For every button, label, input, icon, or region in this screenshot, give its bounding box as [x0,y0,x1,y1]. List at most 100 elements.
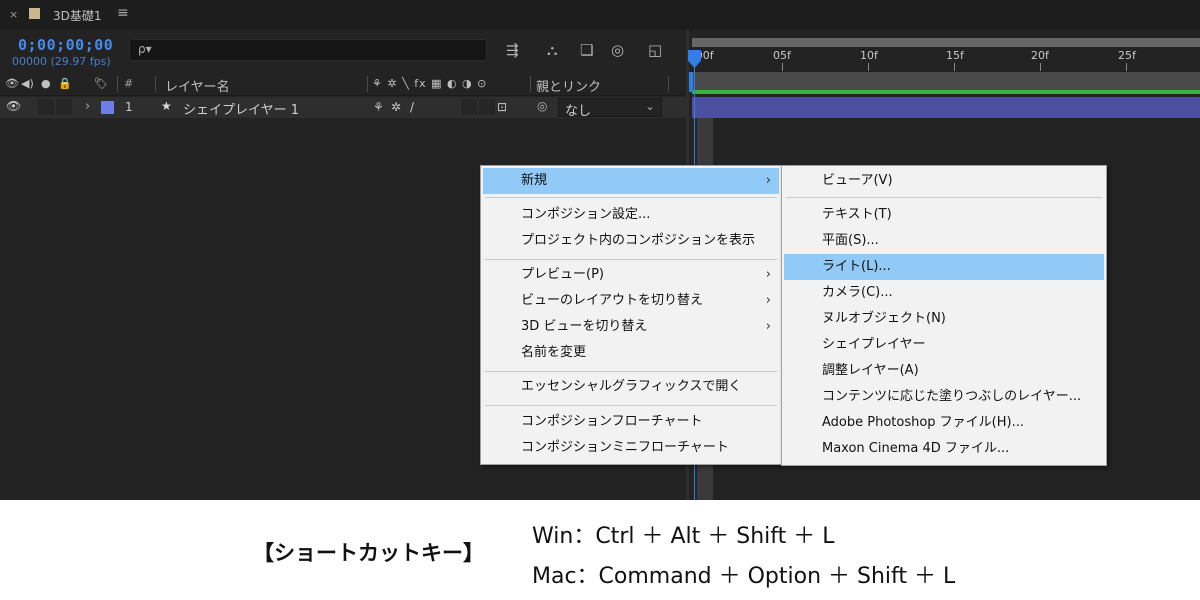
adjustment-cell[interactable] [479,99,495,115]
audio-header-icon[interactable]: ◀) [21,77,34,90]
shortcut-mac: Mac：Command ＋ Option ＋ Shift ＋ L [532,564,956,589]
menu-item-essential-graphics[interactable]: エッセンシャルグラフィックスで開く [483,374,779,400]
ruler-tick [782,63,783,71]
pick-whip-icon[interactable]: ◎ [537,99,547,113]
3d-layer-icon[interactable]: ⊡ [497,100,507,114]
menu-item-label: コンテンツに応じた塗りつぶしのレイヤー... [822,389,1082,404]
ruler-tick [1126,63,1127,71]
menu-separator [485,405,777,406]
comp-flowchart-icon[interactable]: ⇶ [506,41,519,59]
submenu-item-viewer[interactable]: ビューア(V) [784,168,1104,194]
submenu-item-light[interactable]: ライト(L)... [784,254,1104,280]
playhead-marker [689,72,693,92]
layer-label-color[interactable] [101,101,114,114]
lock-cell[interactable] [56,99,72,115]
panel-menu-icon[interactable]: ≡ [117,5,129,21]
ruler-tick [1040,63,1041,71]
menu-item-comp-settings[interactable]: コンポジション設定... [483,202,779,228]
lock-header-icon[interactable]: 🔒 [58,77,72,90]
menu-item-new[interactable]: 新規 › [483,168,779,194]
ruler-tick-label: 10f [860,49,878,62]
menu-item-label: ヌルオブジェクト(N) [822,311,946,326]
parent-dropdown[interactable]: なし ⌄ [558,98,662,119]
layer-number: 1 [125,100,133,114]
submenu-item-camera[interactable]: カメラ(C)... [784,280,1104,306]
frame-blending-icon[interactable]: ❏ [580,41,593,59]
ruler-tick [954,63,955,71]
submenu-item-adjustment-layer[interactable]: 調整レイヤー(A) [784,358,1104,384]
solo-header-icon[interactable]: ● [41,77,51,90]
menu-item-label: Adobe Photoshop ファイル(H)... [822,415,1025,430]
label-header-icon[interactable]: 🏷 [94,77,108,90]
submenu-item-text[interactable]: テキスト(T) [784,202,1104,228]
layer-name[interactable]: シェイプレイヤー 1 [183,99,299,118]
menu-item-label: エッセンシャルグラフィックスで開く [521,379,742,394]
composition-button-strip [692,72,1200,90]
collapse-switch-icon[interactable]: ✲ [391,100,401,114]
menu-item-reveal-comp[interactable]: プロジェクト内のコンポジションを表示 [483,228,779,254]
chevron-right-icon[interactable]: › [85,99,90,114]
submenu-item-null-object[interactable]: ヌルオブジェクト(N) [784,306,1104,332]
layer-search-input[interactable]: ρ▾ [129,39,487,61]
layer-number-header[interactable]: # [124,77,133,90]
ruler-tick-label: 15f [946,49,964,62]
submenu-item-content-aware-fill-layer[interactable]: コンテンツに応じた塗りつぶしのレイヤー... [784,384,1104,410]
menu-item-label: コンポジションミニフローチャート [521,440,729,455]
layer-duration-bar[interactable] [692,97,1200,118]
switches-header-icons[interactable]: ⚘ ✲ ╲ fx ▦ ◐ ◑ ⊙ [372,77,487,90]
menu-item-label: ライト(L)... [822,259,891,274]
submenu-item-shape-layer[interactable]: シェイプレイヤー [784,332,1104,358]
motion-blur-cell[interactable] [461,99,477,115]
shape-layer-star-icon: ★ [161,99,172,113]
menu-item-label: 名前を変更 [521,345,587,360]
shy-switch-icon[interactable]: ⚘ [373,100,384,114]
submenu-arrow-icon: › [765,173,771,188]
menu-item-label: コンポジションフローチャート [521,414,703,429]
quality-switch-icon[interactable]: / [410,100,414,114]
shortcut-windows: Win：Ctrl ＋ Alt ＋ Shift ＋ L [532,524,835,549]
submenu-item-cinema4d-file[interactable]: Maxon Cinema 4D ファイル... [784,436,1104,462]
submenu-item-solid[interactable]: 平面(S)... [784,228,1104,254]
column-divider [530,76,531,92]
menu-item-comp-mini-flowchart[interactable]: コンポジションミニフローチャート [483,435,779,461]
work-area-bar[interactable] [692,38,1200,47]
parent-dropdown-value: なし [565,104,592,119]
close-tab-icon[interactable]: × [9,8,18,21]
video-toggle-header-icon[interactable]: 👁 [5,77,19,90]
menu-item-label: プレビュー(P) [521,267,604,282]
ruler-tick-label: 05f [773,49,791,62]
menu-separator [485,259,777,260]
submenu-item-photoshop-file[interactable]: Adobe Photoshop ファイル(H)... [784,410,1104,436]
submenu-arrow-icon: › [765,293,771,308]
menu-item-label: 新規 [521,173,548,188]
menu-item-preview[interactable]: プレビュー(P) › [483,262,779,288]
menu-item-comp-flowchart[interactable]: コンポジションフローチャート [483,409,779,435]
menu-item-label: プロジェクト内のコンポジションを表示 [521,233,756,248]
menu-item-label: テキスト(T) [822,207,892,222]
menu-item-switch-3d-view[interactable]: 3D ビューを切り替え › [483,314,779,340]
menu-item-label: Maxon Cinema 4D ファイル... [822,441,1010,456]
column-divider [367,76,368,92]
submenu-arrow-icon: › [765,319,771,334]
shy-layers-icon[interactable]: ⛬ [547,41,558,59]
menu-separator [485,371,777,372]
search-icon: ρ▾ [138,42,152,56]
motion-blur-icon[interactable]: ◎ [611,41,624,59]
eye-icon[interactable]: 👁 [6,99,21,113]
solo-cell[interactable] [38,99,54,115]
graph-editor-icon[interactable]: ◱ [648,41,662,59]
menu-item-label: コンポジション設定... [521,207,651,222]
frame-rate-readout: 00000 (29.97 fps) [12,55,111,68]
comp-tab-title[interactable]: 3D基礎1 [53,7,102,24]
current-time-display[interactable]: 0;00;00;00 [18,36,113,54]
menu-item-switch-view-layout[interactable]: ビューのレイアウトを切り替え › [483,288,779,314]
menu-item-rename[interactable]: 名前を変更 [483,340,779,366]
menu-item-label: ビューア(V) [822,173,893,188]
column-divider [155,76,156,92]
new-submenu: ビューア(V) テキスト(T) 平面(S)... ライト(L)... カメラ(C… [781,165,1107,466]
menu-separator [485,197,777,198]
ruler-tick-label: 20f [1031,49,1049,62]
layer-name-header[interactable]: レイヤー名 [165,76,230,95]
layer-row[interactable]: 👁 › 1 ★ シェイプレイヤー 1 ⚘ ✲ / ⊡ ◎ なし ⌄ [0,97,686,119]
parent-link-header[interactable]: 親とリンク [536,76,601,95]
